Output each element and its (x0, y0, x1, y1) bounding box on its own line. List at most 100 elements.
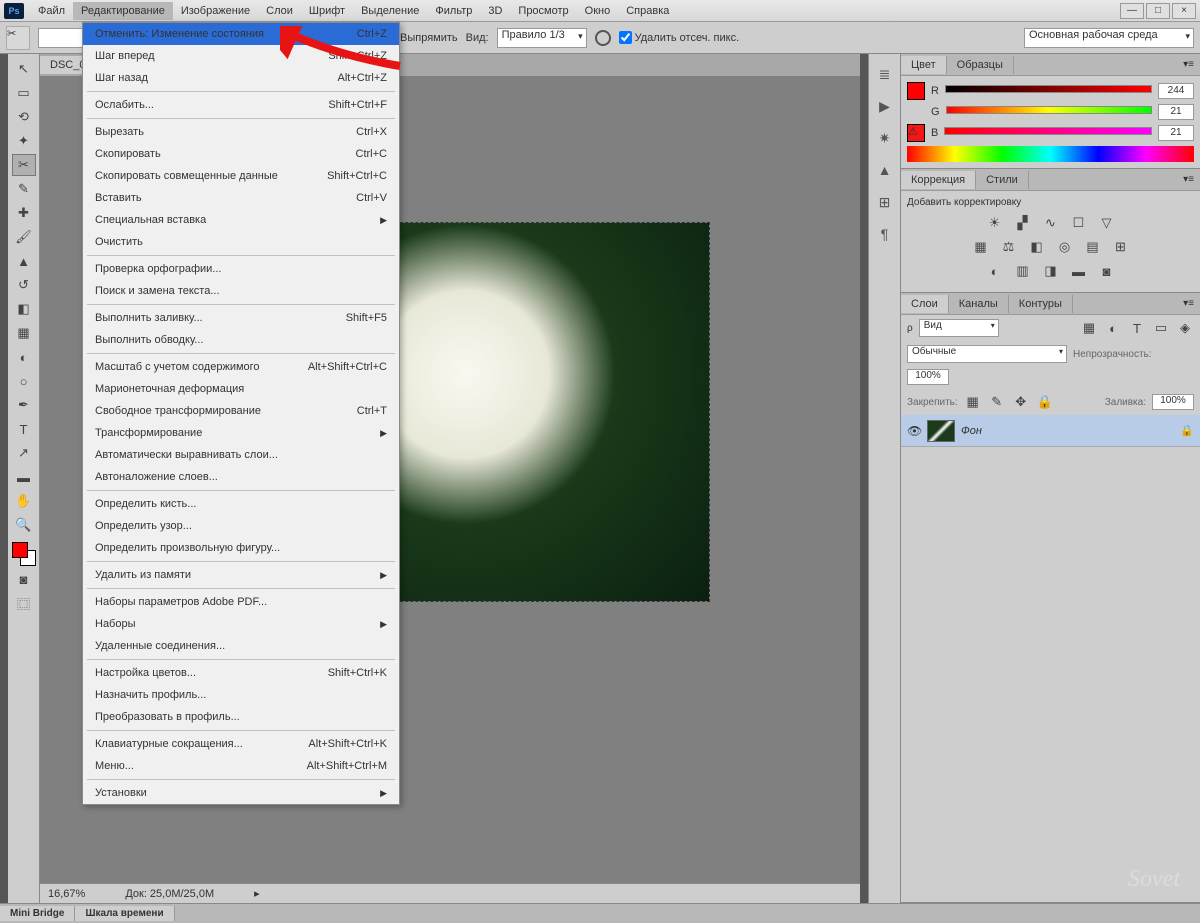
color-swatches[interactable] (12, 542, 36, 566)
menu-file[interactable]: Файл (30, 2, 73, 20)
blend-mode-select[interactable]: Обычные (907, 345, 1067, 363)
curves-icon[interactable]: ∿ (1042, 214, 1060, 232)
panel-menu-icon[interactable]: ▾≡ (1177, 174, 1200, 185)
lock-all-icon[interactable]: 🔒 (1036, 393, 1054, 411)
crop-tool[interactable]: ✂ (12, 154, 36, 176)
cropped-image[interactable] (360, 222, 710, 602)
hue-icon[interactable]: ▦ (972, 238, 990, 256)
photo-filter-icon[interactable]: ◎ (1056, 238, 1074, 256)
gear-icon[interactable] (595, 30, 611, 46)
blur-tool[interactable]: ◐ (12, 346, 36, 368)
history-brush-tool[interactable]: ↺ (12, 274, 36, 296)
edit-menu-item[interactable]: Скопировать совмещенные данныеShift+Ctrl… (83, 165, 399, 187)
close-button[interactable]: × (1172, 3, 1196, 19)
path-tool[interactable]: ↗ (12, 442, 36, 464)
warning-swatch[interactable]: ⚠ (907, 124, 925, 142)
crop-tool-preset-icon[interactable]: ✂ (6, 26, 30, 50)
filter-type-icon[interactable]: T (1128, 319, 1146, 337)
edit-menu-item[interactable]: Настройка цветов...Shift+Ctrl+K (83, 662, 399, 684)
tab-channels[interactable]: Каналы (949, 295, 1009, 313)
b-value[interactable]: 21 (1158, 125, 1194, 141)
actions-icon[interactable]: ▶ (875, 96, 895, 116)
tab-timeline[interactable]: Шкала времени (75, 906, 174, 921)
clone-icon[interactable]: ⊞ (875, 192, 895, 212)
bw-icon[interactable]: ◧ (1028, 238, 1046, 256)
tab-swatches[interactable]: Образцы (947, 56, 1014, 74)
menu-type[interactable]: Шрифт (301, 2, 353, 20)
lasso-tool[interactable]: ⟲ (12, 106, 36, 128)
edit-menu-item[interactable]: Удалить из памяти▶ (83, 564, 399, 586)
tab-adjustments[interactable]: Коррекция (901, 171, 976, 189)
menu-image[interactable]: Изображение (173, 2, 258, 20)
history-icon[interactable]: ≣ (875, 64, 895, 84)
edit-menu-item[interactable]: СкопироватьCtrl+C (83, 143, 399, 165)
edit-menu-item[interactable]: Отменить: Изменение состоянияCtrl+Z (83, 23, 399, 45)
edit-menu-item[interactable]: Назначить профиль... (83, 684, 399, 706)
posterize-icon[interactable]: ▥ (1014, 262, 1032, 280)
hand-tool[interactable]: ✋ (12, 490, 36, 512)
panel-menu-icon[interactable]: ▾≡ (1177, 59, 1200, 70)
menu-window[interactable]: Окно (577, 2, 619, 20)
marquee-tool[interactable]: ▭ (12, 82, 36, 104)
r-value[interactable]: 244 (1158, 83, 1194, 99)
edit-menu-item[interactable]: Меню...Alt+Shift+Ctrl+M (83, 755, 399, 777)
eyedropper-tool[interactable]: ✎ (12, 178, 36, 200)
r-slider[interactable] (945, 85, 1152, 97)
tab-paths[interactable]: Контуры (1009, 295, 1073, 313)
layer-name[interactable]: Фон (961, 425, 982, 437)
menu-3d[interactable]: 3D (480, 2, 510, 20)
edit-menu-item[interactable]: Шаг впередShift+Ctrl+Z (83, 45, 399, 67)
minimize-button[interactable]: — (1120, 3, 1144, 19)
screen-mode[interactable]: ⿴ (12, 592, 36, 614)
lock-pixels-icon[interactable]: ✎ (988, 393, 1006, 411)
filter-shape-icon[interactable]: ▭ (1152, 319, 1170, 337)
edit-menu-item[interactable]: ВырезатьCtrl+X (83, 121, 399, 143)
gradient-map-icon[interactable]: ▬ (1070, 262, 1088, 280)
workspace-select[interactable]: Основная рабочая среда (1024, 28, 1194, 48)
edit-menu-item[interactable]: Очистить (83, 231, 399, 253)
filter-adj-icon[interactable]: ◐ (1104, 319, 1122, 337)
layer-kind-select[interactable]: Вид (919, 319, 999, 337)
view-select[interactable]: Правило 1/3 (497, 28, 587, 48)
menu-select[interactable]: Выделение (353, 2, 427, 20)
status-arrow-icon[interactable]: ▸ (254, 887, 260, 900)
edit-menu-item[interactable]: Выполнить заливку...Shift+F5 (83, 307, 399, 329)
edit-menu-item[interactable]: Наборы▶ (83, 613, 399, 635)
edit-menu-item[interactable]: Преобразовать в профиль... (83, 706, 399, 728)
layer-thumbnail[interactable] (927, 420, 955, 442)
filter-pixel-icon[interactable]: ▦ (1080, 319, 1098, 337)
tab-mini-bridge[interactable]: Mini Bridge (0, 906, 75, 921)
levels-icon[interactable]: ▞ (1014, 214, 1032, 232)
brightness-icon[interactable]: ☀ (986, 214, 1004, 232)
menu-layers[interactable]: Слои (258, 2, 301, 20)
tab-styles[interactable]: Стили (976, 171, 1029, 189)
threshold-icon[interactable]: ◨ (1042, 262, 1060, 280)
opacity-value[interactable]: 100% (907, 369, 949, 385)
tab-color[interactable]: Цвет (901, 56, 947, 74)
edit-menu-item[interactable]: Клавиатурные сокращения...Alt+Shift+Ctrl… (83, 733, 399, 755)
lookup-icon[interactable]: ⊞ (1112, 238, 1130, 256)
edit-menu-item[interactable]: Установки▶ (83, 782, 399, 804)
heal-tool[interactable]: ✚ (12, 202, 36, 224)
shape-tool[interactable]: ▬ (12, 466, 36, 488)
channel-mixer-icon[interactable]: ▤ (1084, 238, 1102, 256)
zoom-tool[interactable]: 🔍 (12, 514, 36, 536)
paragraph-icon[interactable]: ¶ (875, 224, 895, 244)
filter-smart-icon[interactable]: ◈ (1176, 319, 1194, 337)
maximize-button[interactable]: □ (1146, 3, 1170, 19)
lock-icon[interactable]: 🔒 (1180, 424, 1194, 437)
straighten-label[interactable]: Выпрямить (400, 32, 458, 44)
mask-mode[interactable]: ◙ (12, 568, 36, 590)
edit-menu-item[interactable]: Определить узор... (83, 515, 399, 537)
edit-menu-item[interactable]: Шаг назадAlt+Ctrl+Z (83, 67, 399, 89)
type-tool[interactable]: T (12, 418, 36, 440)
pen-tool[interactable]: ✒ (12, 394, 36, 416)
dodge-tool[interactable]: ○ (12, 370, 36, 392)
brush-tool[interactable]: 🖌 (12, 226, 36, 248)
stamp-tool[interactable]: ▲ (12, 250, 36, 272)
selective-color-icon[interactable]: ◙ (1098, 262, 1116, 280)
edit-menu-item[interactable]: ВставитьCtrl+V (83, 187, 399, 209)
properties-icon[interactable]: ✷ (875, 128, 895, 148)
invert-icon[interactable]: ◐ (986, 262, 1004, 280)
layer-row[interactable]: 👁 Фон 🔒 (901, 415, 1200, 447)
